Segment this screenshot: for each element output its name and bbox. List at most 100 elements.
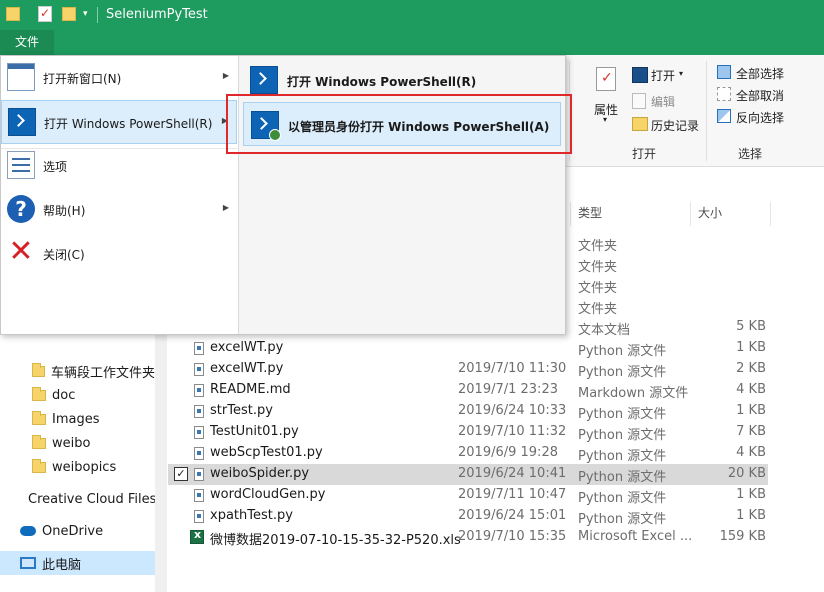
file-type: Microsoft Excel ... [578,529,693,544]
file-row[interactable]: xpathTest.py 2019/6/24 15:01 Python 源文件 … [168,506,768,527]
file-name: webScpTest01.py [210,445,323,460]
chevron-down-icon[interactable]: ▾ [679,69,683,78]
close-icon: ✕ [8,234,34,269]
file-size: 2 KB [736,361,766,376]
markdown-file-icon [194,384,204,397]
file-type: Python 源文件 [578,491,667,506]
menu-item-options[interactable]: 选项 [1,144,237,188]
nav-label: OneDrive [42,523,104,539]
file-name: wordCloudGen.py [210,487,326,502]
python-file-icon [194,363,204,376]
file-date: 2019/7/10 11:30 [458,361,567,376]
file-type: 文件夹 [578,239,618,254]
python-file-icon [194,510,204,523]
nav-item-this-pc[interactable]: 此电脑 [0,551,155,575]
file-name: TestUnit01.py [210,424,299,439]
nav-item-vehicle-work[interactable]: 车辆段工作文件夹 [0,359,155,383]
invert-selection-icon [717,109,731,123]
column-header-size[interactable]: 大小 [698,204,722,221]
select-all-button[interactable]: 全部选择 [736,65,784,82]
file-row[interactable]: 微博数据2019-07-10-15-35-32-P520.xls 2019/7/… [168,527,768,548]
file-size: 1 KB [736,508,766,523]
nav-label: 车辆段工作文件夹 [50,365,155,381]
file-type: 文件夹 [578,260,618,275]
file-row[interactable]: TestUnit01.py 2019/7/10 11:32 Python 源文件… [168,422,768,443]
nav-scrollbar[interactable] [155,335,167,592]
nav-item-creative-cloud[interactable]: Creative Cloud Files [0,487,155,511]
file-date: 2019/7/11 10:47 [458,487,567,502]
file-date: 2019/6/24 15:01 [458,508,567,523]
file-size: 159 KB [719,529,766,544]
properties-icon[interactable]: ✓ [596,67,616,91]
file-type: Python 源文件 [578,365,667,380]
nav-item-doc[interactable]: doc [0,383,155,407]
menu-label: 选项 [43,160,68,174]
menu-item-close[interactable]: ✕ 关闭(C) [1,232,237,276]
file-row[interactable]: excelWT.py Python 源文件 1 KB [168,338,768,359]
nav-item-onedrive[interactable]: OneDrive [0,519,155,543]
chevron-right-icon: ▶ [222,71,229,80]
file-row[interactable]: excelWT.py 2019/7/10 11:30 Python 源文件 2 … [168,359,768,380]
select-none-icon [717,87,731,101]
folder-icon [32,362,45,377]
folder-icon [32,458,46,473]
new-folder-icon[interactable] [62,7,76,21]
file-row[interactable]: ✓ weiboSpider.py 2019/6/24 10:41 Python … [168,464,768,485]
python-file-icon [194,447,204,460]
column-divider [770,202,771,226]
menu-item-open-powershell[interactable]: 打开 Windows PowerShell(R) ▶ [1,100,237,144]
file-row[interactable]: strTest.py 2019/6/24 10:33 Python 源文件 1 … [168,401,768,422]
properties-quick-icon[interactable] [38,6,52,22]
select-all-icon [717,65,731,79]
new-window-icon [7,63,35,91]
invert-selection-button[interactable]: 反向选择 [736,109,784,126]
select-none-button[interactable]: 全部取消 [736,87,784,104]
powershell-icon [250,66,278,94]
file-date: 2019/7/10 15:35 [458,529,567,544]
edit-button[interactable]: 编辑 [651,93,675,110]
column-header-type[interactable]: 类型 [578,204,602,221]
file-row[interactable]: webScpTest01.py 2019/6/9 19:28 Python 源文… [168,443,768,464]
file-size: 1 KB [736,487,766,502]
open-button[interactable]: 打开 [651,67,675,84]
nav-item-weibo[interactable]: weibo [0,431,155,455]
python-file-icon [194,468,204,481]
file-date: 2019/7/1 23:23 [458,382,558,397]
file-name: xpathTest.py [210,508,293,523]
file-name: excelWT.py [210,340,284,355]
file-size: 1 KB [736,403,766,418]
onedrive-icon [20,526,36,536]
file-name: README.md [210,382,291,397]
ribbon: ✓ 属性 ▾ 打开 ▾ 编辑 历史记录 打开 全部选择 全部取消 反向选择 选择 [566,55,824,167]
file-type: Markdown 源文件 [578,386,689,401]
file-row[interactable]: README.md 2019/7/1 23:23 Markdown 源文件 4 … [168,380,768,401]
menu-item-help[interactable]: ? 帮助(H) ▶ [1,188,237,232]
file-date: 2019/7/10 11:32 [458,424,567,439]
chevron-down-icon[interactable]: ▾ [603,115,607,124]
nav-label: Creative Cloud Files [28,491,155,507]
highlight-annotation [226,94,572,154]
column-divider [690,202,691,226]
nav-label: 此电脑 [42,557,82,573]
folder-icon[interactable] [6,7,20,21]
tab-file[interactable]: 文件 [0,30,54,55]
title-bar: ▾ SeleniumPyTest [0,0,824,30]
file-size: 4 KB [736,445,766,460]
chevron-down-icon[interactable]: ▾ [83,9,88,19]
folder-icon [32,410,46,425]
file-size: 20 KB [727,466,766,481]
column-divider [570,202,571,226]
menu-label: 打开 Windows PowerShell(R) [44,117,213,131]
nav-item-images[interactable]: Images [0,407,155,431]
file-row[interactable]: wordCloudGen.py 2019/7/11 10:47 Python 源… [168,485,768,506]
history-button[interactable]: 历史记录 [651,117,699,134]
file-type: Python 源文件 [578,344,667,359]
toolbar-divider [97,7,98,23]
file-name: 微博数据2019-07-10-15-35-32-P520.xls [210,533,461,548]
file-type: 文件夹 [578,281,618,296]
row-checkbox[interactable]: ✓ [174,467,188,481]
nav-item-weibopics[interactable]: weibopics [0,455,155,479]
open-group-label: 打开 [632,147,657,161]
file-date: 2019/6/9 19:28 [458,445,558,460]
menu-item-open-new-window[interactable]: 打开新窗口(N) ▶ [1,56,237,100]
